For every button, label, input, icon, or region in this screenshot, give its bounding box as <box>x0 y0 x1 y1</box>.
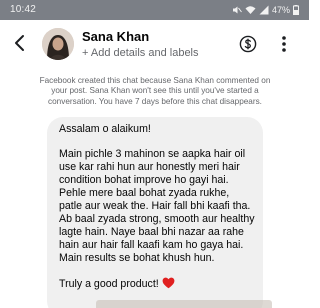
message-greeting: Assalam o alaikum! <box>59 123 151 135</box>
back-button[interactable] <box>9 32 31 54</box>
vertical-dots-icon <box>282 36 286 52</box>
message-closing-line: Truly a good product! <box>59 277 263 291</box>
message-closing: Truly a good product! <box>59 278 159 290</box>
red-heart-icon <box>162 277 175 289</box>
status-icons: 47% <box>232 5 299 15</box>
status-bar: 10:42 47% <box>0 0 309 20</box>
mute-icon <box>232 6 242 14</box>
dollar-circle-icon <box>239 35 257 53</box>
add-details-link[interactable]: + Add details and labels <box>82 47 199 59</box>
message-body: Main pichle 3 mahinon se aapka hair oil … <box>59 148 255 264</box>
signal-icon <box>259 5 269 15</box>
battery-icon <box>293 5 299 15</box>
messenger-chat-screen: 10:42 47% Sana Khan + Add details and la… <box>0 0 309 308</box>
avatar[interactable] <box>42 28 74 60</box>
arrow-left-icon <box>15 35 24 51</box>
more-options-button[interactable] <box>279 34 289 54</box>
chat-header: Sana Khan + Add details and labels <box>0 20 309 68</box>
profile-photo <box>42 28 74 60</box>
wifi-icon <box>245 6 256 14</box>
message-bubble[interactable]: Assalam o alaikum! Main pichle 3 mahinon… <box>47 117 263 308</box>
contact-name[interactable]: Sana Khan <box>82 29 149 44</box>
next-message-preview <box>96 300 272 308</box>
payment-button[interactable] <box>239 35 257 53</box>
chat-system-notice: Facebook created this chat because Sana … <box>39 76 271 106</box>
status-time: 10:42 <box>10 4 37 15</box>
battery-percent: 47% <box>271 5 290 15</box>
